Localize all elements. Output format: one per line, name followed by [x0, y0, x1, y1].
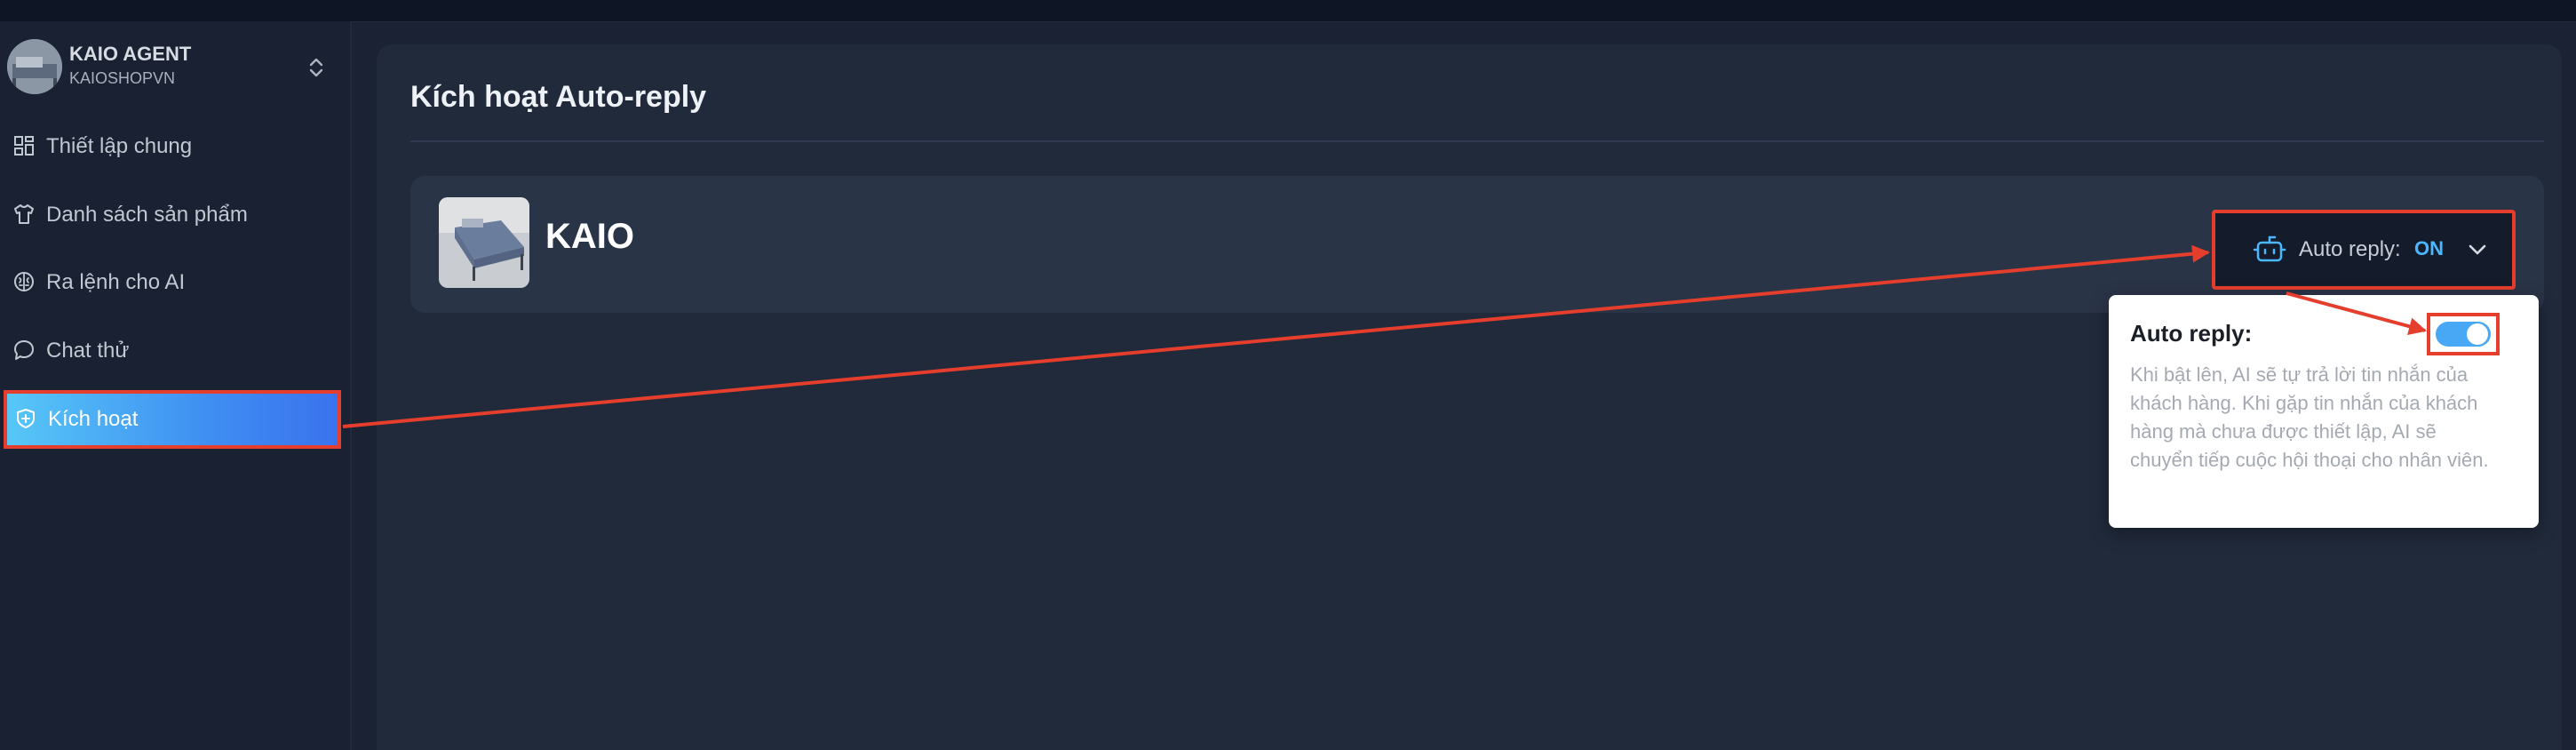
divider: [410, 140, 2544, 142]
account-switcher[interactable]: KAIO AGENT KAIOSHOPVN: [7, 39, 345, 96]
auto-reply-toggle[interactable]: [2436, 322, 2491, 347]
chat-bubble-icon: [14, 340, 34, 360]
account-name: KAIO AGENT: [69, 43, 192, 65]
sidebar-item-test-chat[interactable]: Chat thử: [0, 321, 352, 379]
bot-thumbnail: [439, 197, 529, 288]
shield-icon: [17, 409, 35, 428]
bot-name: KAIO: [545, 217, 634, 256]
auto-reply-toggle-highlight: [2427, 313, 2500, 355]
popover-title: Auto reply:: [2130, 320, 2253, 347]
sidebar-item-label: Kích hoạt: [48, 407, 139, 431]
shirt-icon: [14, 204, 34, 224]
sidebar-item-general-settings[interactable]: Thiết lập chung: [0, 116, 352, 175]
top-bar: [0, 0, 2576, 22]
sidebar-item-label: Ra lệnh cho AI: [46, 270, 186, 294]
sidebar-item-activate[interactable]: Kích hoạt: [4, 390, 341, 449]
auto-reply-label: Auto reply:: [2299, 237, 2401, 261]
brain-icon: [14, 272, 34, 291]
toggle-knob: [2467, 323, 2488, 345]
sidebar-item-label: Danh sách sản phẩm: [46, 203, 248, 227]
auto-reply-status: ON: [2414, 237, 2444, 259]
page-title: Kích hoạt Auto-reply: [410, 80, 707, 114]
popover-description: Khi bật lên, AI sẽ tự trả lời tin nhắn c…: [2130, 363, 2489, 471]
avatar: [7, 39, 62, 94]
auto-reply-dropdown[interactable]: Auto reply: ON: [2212, 210, 2516, 290]
grid-icon: [14, 136, 34, 156]
chevron-down-icon: [2469, 244, 2486, 255]
chevron-up-down-icon[interactable]: [307, 55, 325, 80]
sidebar-item-products[interactable]: Danh sách sản phẩm: [0, 185, 352, 243]
account-shop: KAIOSHOPVN: [69, 69, 176, 87]
sidebar-item-label: Chat thử: [46, 339, 130, 363]
sidebar-item-label: Thiết lập chung: [46, 134, 193, 158]
robot-icon: [2253, 235, 2286, 262]
sidebar-item-ai-commands[interactable]: Ra lệnh cho AI: [0, 252, 352, 311]
sidebar: KAIO AGENT KAIOSHOPVN Thiết lập chung Da…: [0, 21, 352, 750]
